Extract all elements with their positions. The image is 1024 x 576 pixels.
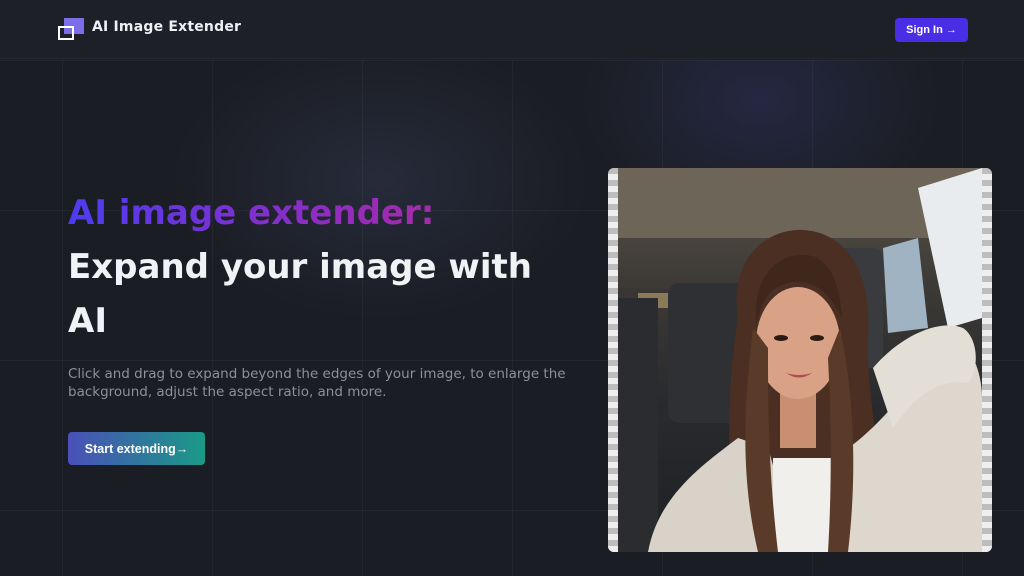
- hero-title-accent: AI image extender:: [68, 192, 588, 234]
- top-nav: AI Image Extender Sign In →: [0, 0, 1024, 59]
- overlapping-squares-icon[interactable]: [58, 18, 86, 42]
- start-extending-button[interactable]: Start extending→: [68, 432, 205, 465]
- selfie-illustration: [618, 168, 982, 552]
- brand-name[interactable]: AI Image Extender: [92, 19, 241, 35]
- example-image-frame[interactable]: [608, 168, 992, 552]
- left-extend-handle[interactable]: [608, 168, 618, 552]
- sign-in-button[interactable]: Sign In →: [895, 18, 968, 42]
- hero-subtitle: Click and drag to expand beyond the edge…: [68, 366, 566, 400]
- right-extend-handle[interactable]: [982, 168, 992, 552]
- example-photo: [618, 168, 982, 552]
- hero-title: Expand your image with AI: [68, 247, 532, 341]
